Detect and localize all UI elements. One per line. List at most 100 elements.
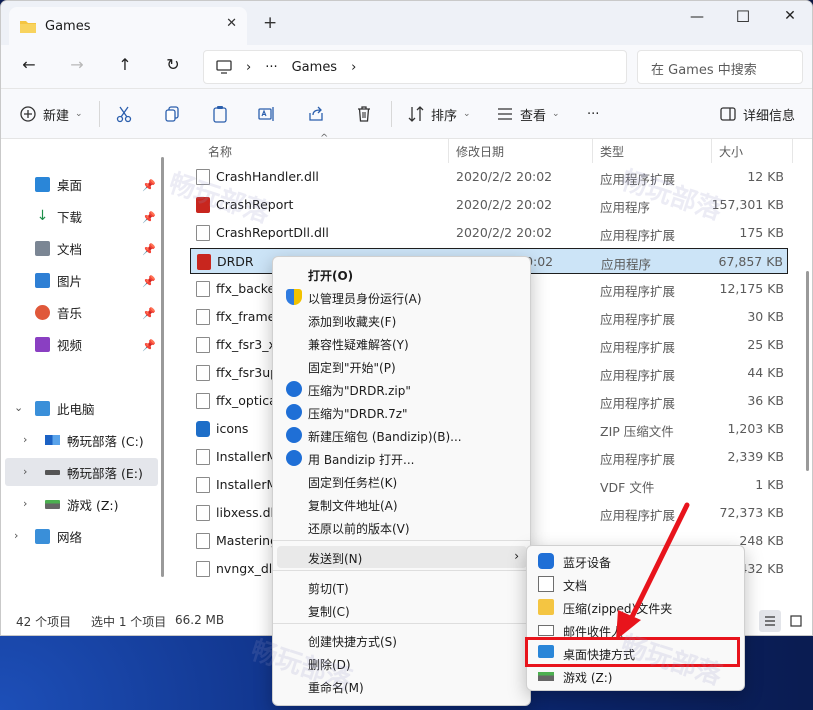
file-icon xyxy=(196,365,210,381)
sidebar-item-videos[interactable]: 视频 xyxy=(35,330,82,358)
chevron-right-icon[interactable]: › xyxy=(23,465,27,478)
file-size: 12 KB xyxy=(747,169,784,184)
sidebar-item-desktop[interactable]: 桌面 xyxy=(35,170,82,198)
close-window-button[interactable]: ✕ xyxy=(770,8,810,30)
context-menu-item[interactable]: 固定到"开始"(P) xyxy=(277,355,527,377)
file-name: ffx_optica xyxy=(216,393,277,408)
column-header-size[interactable]: 大小 xyxy=(719,139,743,163)
sidebar-item-drive-e[interactable]: 畅玩部落 (E:) xyxy=(45,458,143,486)
maximize-button[interactable]: ☐ xyxy=(723,7,763,29)
copy-button[interactable] xyxy=(163,104,181,124)
search-input[interactable]: 在 Games 中搜索 xyxy=(637,50,803,84)
context-menu-label: 创建快捷方式(S) xyxy=(308,635,397,649)
send-to-item[interactable]: 压缩(zipped)文件夹 xyxy=(531,596,741,618)
sidebar-item-drive-z[interactable]: 游戏 (Z:) xyxy=(45,490,119,518)
context-menu-item[interactable]: 发送到(N) › xyxy=(277,546,527,568)
sidebar-item-downloads[interactable]: ↓ 下载 xyxy=(35,202,82,230)
details-button[interactable]: 详细信息 xyxy=(719,104,795,124)
forward-button[interactable]: → xyxy=(64,55,90,79)
file-type: 应用程序扩展 xyxy=(600,340,676,355)
context-menu-item[interactable]: 以管理员身份运行(A) xyxy=(277,286,527,308)
breadcrumb-games[interactable]: Games xyxy=(292,60,337,75)
pin-icon[interactable]: 📌 xyxy=(142,243,156,256)
context-menu-item[interactable]: 压缩为"DRDR.7z" xyxy=(277,401,527,423)
pin-icon[interactable]: 📌 xyxy=(142,339,156,352)
file-size: 30 KB xyxy=(747,309,784,324)
address-bar: ← → ↑ ↻ › ··· Games › 在 Games 中搜索 xyxy=(1,45,812,89)
column-header-name[interactable]: 名称 xyxy=(208,139,232,163)
context-menu-label: 压缩为"DRDR.7z" xyxy=(308,407,408,421)
sort-label: 排序 xyxy=(431,108,458,124)
monitor-icon xyxy=(216,60,232,74)
sidebar-item-pictures[interactable]: 图片 xyxy=(35,266,82,294)
back-button[interactable]: ← xyxy=(16,55,42,79)
new-button[interactable]: 新建 ⌄ xyxy=(19,104,83,124)
context-menu-item[interactable]: 剪切(T) xyxy=(277,576,527,598)
context-menu-item[interactable]: 新建压缩包 (Bandizip)(B)... xyxy=(277,424,527,446)
chevron-right-icon[interactable]: › xyxy=(14,529,18,542)
chevron-down-icon: ⌄ xyxy=(75,109,83,119)
context-menu-item[interactable]: 固定到任务栏(K) xyxy=(277,470,527,492)
file-list-scrollbar[interactable] xyxy=(806,271,809,471)
details-view-button[interactable] xyxy=(759,610,781,632)
trash-icon xyxy=(358,106,370,122)
sidebar-scrollbar[interactable] xyxy=(161,157,164,577)
refresh-button[interactable]: ↻ xyxy=(160,55,186,79)
sidebar-item-this-pc[interactable]: 此电脑 xyxy=(35,394,95,422)
selection-count: 选中 1 个项目 xyxy=(91,615,167,629)
new-tab-button[interactable]: + xyxy=(263,13,277,33)
file-icon xyxy=(196,309,210,325)
send-to-label: 压缩(zipped)文件夹 xyxy=(563,602,673,616)
column-header-type[interactable]: 类型 xyxy=(600,139,624,163)
context-menu-item[interactable]: 复制文件地址(A) xyxy=(277,493,527,515)
context-menu-item[interactable]: 兼容性疑难解答(Y) xyxy=(277,332,527,354)
context-menu-item[interactable]: 打开(O) xyxy=(277,263,527,285)
delete-button[interactable] xyxy=(355,104,373,124)
paste-button[interactable] xyxy=(211,104,229,124)
minimize-button[interactable]: — xyxy=(677,9,717,31)
chevron-right-icon[interactable]: › xyxy=(23,497,27,510)
tiles-view-button[interactable] xyxy=(785,610,807,632)
bandizip-icon xyxy=(286,381,302,397)
file-icon xyxy=(196,421,210,437)
chevron-down-icon[interactable]: ⌄ xyxy=(14,401,23,414)
sidebar-item-drive-c[interactable]: 畅玩部落 (C:) xyxy=(45,426,144,454)
tab-games[interactable]: Games ✕ xyxy=(9,7,247,45)
context-menu-item[interactable]: 用 Bandizip 打开... xyxy=(277,447,527,469)
send-to-item[interactable]: 文档 xyxy=(531,573,741,595)
context-menu-item[interactable]: 复制(C) xyxy=(277,599,527,621)
file-name: ffx_backer xyxy=(216,281,281,296)
breadcrumb[interactable]: › ··· Games › xyxy=(203,50,627,84)
view-button[interactable]: 查看 ⌄ xyxy=(496,104,560,124)
clipboard-icon xyxy=(213,106,227,123)
rename-button[interactable] xyxy=(258,104,276,124)
bandizip-icon xyxy=(286,450,302,466)
column-header-date[interactable]: 修改日期 xyxy=(456,139,504,163)
up-button[interactable]: ↑ xyxy=(112,55,138,79)
file-name: DRDR xyxy=(217,254,254,269)
pin-icon[interactable]: 📌 xyxy=(142,307,156,320)
file-row[interactable]: CrashReportDll.dll 2020/2/2 20:02 应用程序扩展 17… xyxy=(190,220,788,246)
item-count: 42 个项目 xyxy=(16,615,72,629)
pin-icon[interactable]: 📌 xyxy=(142,179,156,192)
context-menu-item[interactable]: 还原以前的版本(V) xyxy=(277,516,527,538)
context-menu-item[interactable]: 压缩为"DRDR.zip" xyxy=(277,378,527,400)
close-tab-icon[interactable]: ✕ xyxy=(226,16,237,31)
breadcrumb-overflow[interactable]: ··· xyxy=(265,60,277,75)
sort-button[interactable]: 排序 ⌄ xyxy=(407,104,471,124)
send-to-item[interactable]: 蓝牙设备 xyxy=(531,550,741,572)
chevron-right-icon[interactable]: › xyxy=(23,433,27,446)
pin-icon[interactable]: 📌 xyxy=(142,211,156,224)
context-menu-item[interactable]: 添加到收藏夹(F) xyxy=(277,309,527,331)
sidebar-item-documents[interactable]: 文档 xyxy=(35,234,82,262)
share-button[interactable] xyxy=(307,104,325,124)
sidebar-item-music[interactable]: 音乐 xyxy=(35,298,82,326)
pin-icon[interactable]: 📌 xyxy=(142,275,156,288)
chevron-right-icon[interactable]: › xyxy=(351,60,356,75)
cut-button[interactable] xyxy=(115,104,133,124)
more-button[interactable]: ··· xyxy=(587,104,599,124)
context-menu: 打开(O) 以管理员身份运行(A) 添加到收藏夹(F) 兼容性疑难解答(Y) 固定到"开… xyxy=(272,256,531,706)
sidebar-item-network[interactable]: 网络 xyxy=(35,522,82,550)
context-menu-label: 固定到"开始"(P) xyxy=(308,361,396,375)
file-name: ffx_framei xyxy=(216,309,279,324)
